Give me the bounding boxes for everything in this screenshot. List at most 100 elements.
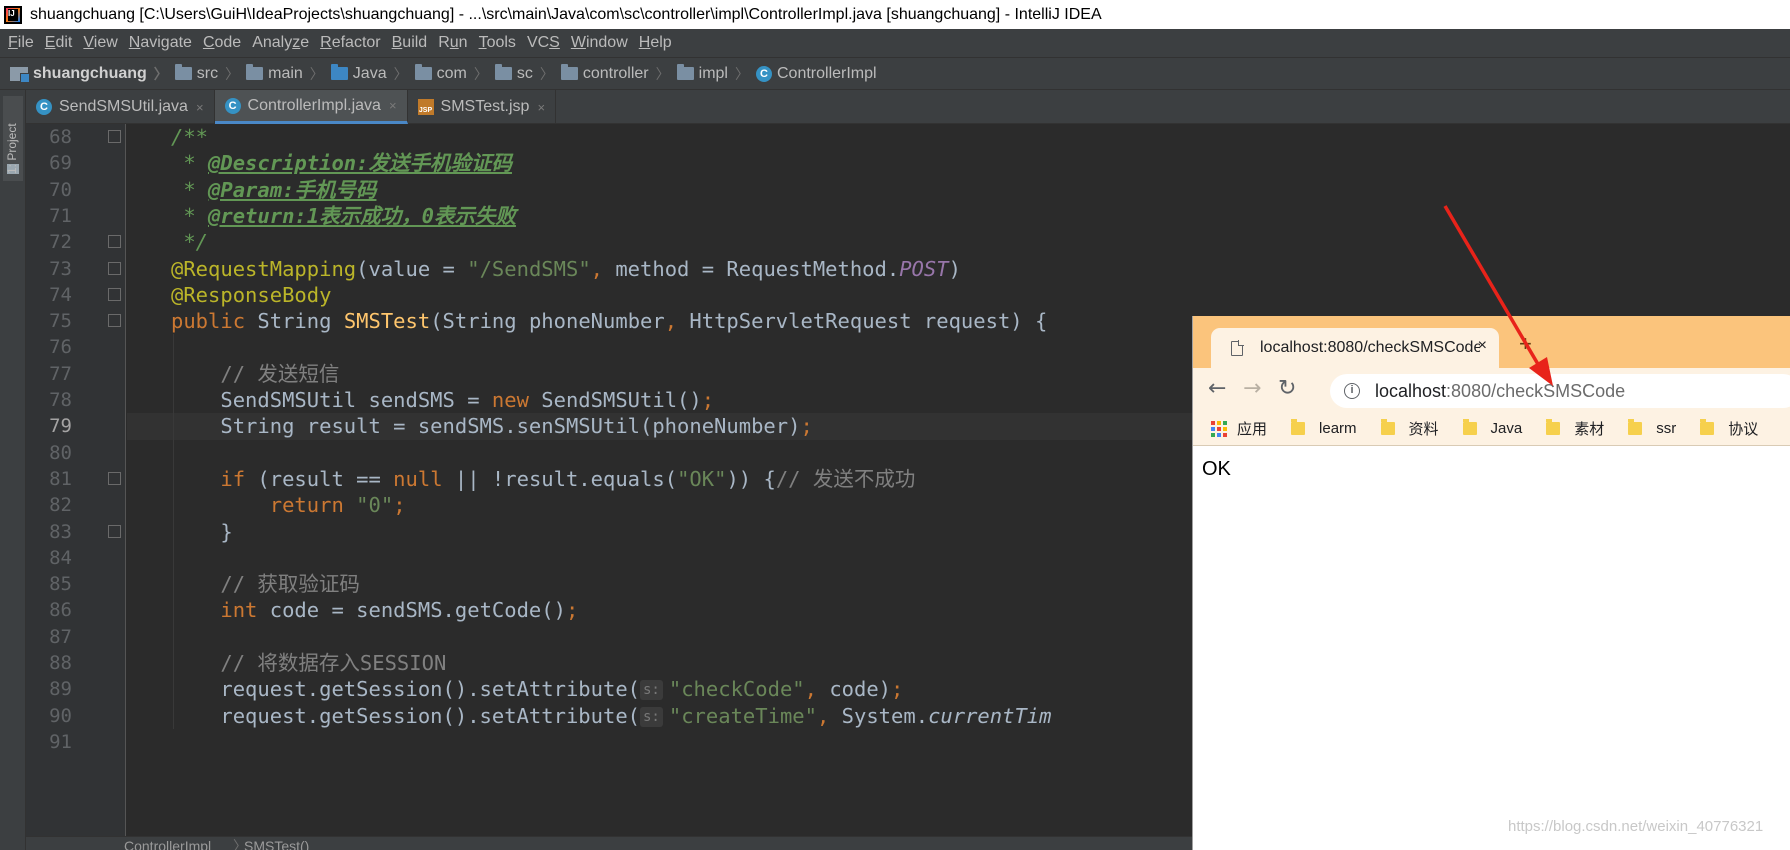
code-line[interactable]: } <box>171 519 232 549</box>
class-icon: C <box>224 97 241 114</box>
line-number: 68 <box>49 126 72 148</box>
class-icon: C <box>36 99 52 115</box>
package-icon <box>676 64 694 80</box>
page-icon <box>1231 339 1244 356</box>
bookmark-folder-icon <box>1291 419 1306 435</box>
editor-tab-sendsmsutil-java[interactable]: C SendSMSUtil.java × <box>26 90 215 124</box>
info-icon[interactable]: i <box>1344 383 1360 399</box>
browser-tab[interactable]: localhost:8080/checkSMSCode × <box>1211 328 1499 368</box>
navigation-breadcrumb: shuangchuang 〉 src 〉 main 〉 Java 〉 com 〉 sc 〉 contro… <box>0 57 1790 90</box>
chevron-right-icon: 〉 <box>309 65 324 82</box>
code-line[interactable]: String result = sendSMS.senSMSUtil(phone… <box>171 413 812 443</box>
package-icon <box>494 64 512 80</box>
module-icon <box>10 66 30 83</box>
menu-item-run[interactable]: Run <box>434 34 474 52</box>
folder-icon <box>174 64 192 80</box>
back-arrow-icon[interactable]: ← <box>1208 376 1226 402</box>
chevron-right-icon: 〉 <box>473 65 488 82</box>
menu-item-file[interactable]: File <box>4 34 41 52</box>
line-number: 79 <box>49 415 72 438</box>
editor-gutter[interactable]: 68 69 70 71 72 73 74 75 76 77 78 79 80 81 82 83 84 85 86 87… <box>26 124 126 836</box>
code-line[interactable]: * @return:1表示成功，0表示失败 <box>171 203 516 233</box>
tab-label: SendSMSUtil.java <box>59 98 188 115</box>
fold-marker-icon[interactable] <box>108 314 121 328</box>
breadcrumb-sc[interactable]: sc 〉 <box>494 64 561 84</box>
class-icon: C <box>755 65 772 82</box>
fold-marker-icon[interactable] <box>108 130 121 143</box>
bookmarks-bar: 应用 learm 资料 Java 素材 ssr 协议 <box>1193 412 1790 446</box>
bookmark-资料[interactable]: 资料 <box>1380 418 1439 439</box>
breadcrumb-java[interactable]: Java 〉 <box>330 64 415 84</box>
breadcrumb-impl[interactable]: impl 〉 <box>676 64 756 84</box>
breadcrumb-shuangchuang[interactable]: shuangchuang 〉 <box>10 64 175 84</box>
editor-breadcrumb-class[interactable]: ControllerImpl <box>124 838 211 850</box>
source-folder-icon <box>330 64 348 80</box>
bookmark-Java[interactable]: Java <box>1462 419 1522 437</box>
breadcrumb-com[interactable]: com 〉 <box>414 64 495 84</box>
close-tab-icon[interactable]: × <box>537 100 545 115</box>
line-number: 77 <box>49 362 72 385</box>
menu-item-analyze[interactable]: Analyze <box>248 34 316 52</box>
close-tab-icon[interactable]: × <box>196 100 204 115</box>
forward-arrow-icon[interactable]: → <box>1243 376 1261 402</box>
package-icon <box>560 64 578 80</box>
apps-shortcut[interactable]: 应用 <box>1211 418 1267 439</box>
menu-item-refactor[interactable]: Refactor <box>316 34 387 52</box>
line-number: 85 <box>49 573 72 596</box>
bookmark-素材[interactable]: 素材 <box>1546 418 1604 439</box>
code-line[interactable]: public String SMSTest(String phoneNumber… <box>171 308 1047 338</box>
bookmark-folder-icon <box>1700 419 1715 435</box>
editor-tab-controllerimpl-java[interactable]: C ControllerImpl.java × <box>214 90 408 124</box>
line-number: 82 <box>49 494 72 517</box>
fold-marker-icon[interactable] <box>108 261 121 275</box>
breadcrumb-src[interactable]: src 〉 <box>174 64 246 84</box>
close-tab-icon[interactable]: × <box>1478 337 1487 355</box>
editor-breadcrumb-method[interactable]: SMSTest() <box>244 838 309 850</box>
menu-item-code[interactable]: Code <box>199 34 248 52</box>
bookmark-ssr[interactable]: ssr <box>1628 419 1676 437</box>
fold-marker-icon[interactable] <box>108 287 121 301</box>
bookmark-协议[interactable]: 协议 <box>1700 418 1758 439</box>
code-line[interactable]: request.getSession().setAttribute(s: "cre… <box>171 703 1051 733</box>
fold-marker-icon[interactable] <box>108 471 121 485</box>
menu-item-build[interactable]: Build <box>388 34 435 52</box>
project-tool-label: 1: Project <box>5 123 19 174</box>
menu-item-tools[interactable]: Tools <box>475 34 523 52</box>
line-number: 81 <box>49 467 72 490</box>
code-line[interactable]: int code = sendSMS.getCode(); <box>171 597 578 627</box>
new-tab-button[interactable]: + <box>1519 331 1532 357</box>
menu-item-view[interactable]: View <box>79 34 124 52</box>
breadcrumb-main[interactable]: main 〉 <box>246 64 331 84</box>
reload-icon[interactable]: ↻ <box>1278 376 1296 402</box>
menu-item-window[interactable]: Window <box>567 34 635 52</box>
chevron-right-icon: 〉 <box>393 65 408 82</box>
menu-item-edit[interactable]: Edit <box>41 34 80 52</box>
line-number: 83 <box>49 520 72 543</box>
breadcrumb-controller[interactable]: controller 〉 <box>560 64 677 84</box>
menu-item-help[interactable]: Help <box>635 34 679 52</box>
line-number: 76 <box>49 336 72 359</box>
line-number: 84 <box>49 546 72 569</box>
editor-tab-smstest-jsp[interactable]: JSP SMSTest.jsp × <box>408 90 557 124</box>
response-text: OK <box>1202 458 1231 480</box>
line-number: 71 <box>49 204 72 227</box>
line-number: 73 <box>49 257 72 280</box>
line-number: 69 <box>49 152 72 175</box>
chevron-right-icon: 〉 <box>225 65 240 82</box>
project-tool-window-button[interactable]: 1: Project <box>3 96 23 181</box>
bookmark-learm[interactable]: learm <box>1291 419 1357 437</box>
menu-item-vcs[interactable]: VCS <box>523 34 567 52</box>
bookmark-folder-icon <box>1546 419 1561 435</box>
indent-guide <box>173 334 174 729</box>
fold-marker-icon[interactable] <box>108 524 121 538</box>
fold-marker-icon[interactable] <box>108 235 121 249</box>
chevron-right-icon: 〉 <box>734 65 749 82</box>
folder-icon <box>246 64 264 80</box>
menu-item-navigate[interactable]: Navigate <box>125 34 199 52</box>
line-number: 70 <box>49 178 72 201</box>
address-bar[interactable]: i localhost:8080/checkSMSCode <box>1330 374 1790 408</box>
line-number: 74 <box>49 283 72 306</box>
bookmark-folder-icon <box>1380 419 1395 435</box>
close-tab-icon[interactable]: × <box>389 98 397 113</box>
breadcrumb-controllerimpl[interactable]: C ControllerImpl <box>755 65 877 83</box>
